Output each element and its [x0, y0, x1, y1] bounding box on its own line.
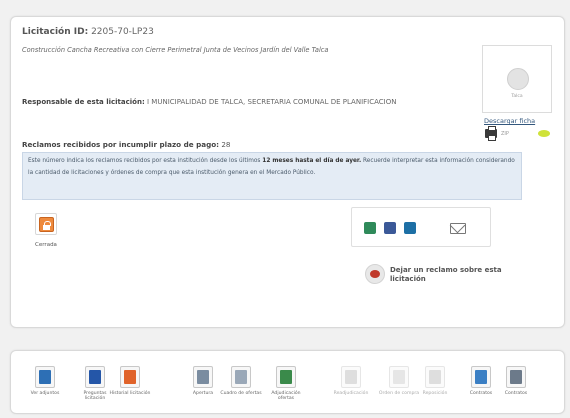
toolbar-item-label: Readjudicación: [333, 391, 369, 396]
status-closed-icon: [35, 213, 57, 235]
institution-logo: Talca: [482, 45, 552, 113]
leaf-icon[interactable]: [538, 130, 550, 137]
history-icon[interactable]: [120, 366, 140, 388]
twitter-icon[interactable]: [404, 222, 416, 234]
logo-placeholder-icon: [507, 68, 529, 90]
readjudication-icon: [341, 366, 361, 388]
responsible-value: I MUNICIPALIDAD DE TALCA, SECRETARIA COM…: [147, 98, 397, 106]
contracts-print-icon[interactable]: [506, 366, 526, 388]
toolbar-item-label: Historial licitación: [109, 391, 151, 396]
facebook-icon[interactable]: [384, 222, 396, 234]
toolbar-item-label: Cuadro de ofertas: [220, 391, 262, 396]
purchase-order-icon: [389, 366, 409, 388]
printer-icon[interactable]: [485, 126, 497, 141]
toolbar-item-label: Ver adjuntos: [30, 391, 60, 396]
tender-description: Construcción Cancha Recreativa con Cierr…: [22, 46, 329, 54]
claims-heading: Reclamos recibidos por incumplir plazo d…: [22, 140, 231, 149]
question-icon[interactable]: [85, 366, 105, 388]
claims-info-pre: Este número indica los reclamos recibido…: [28, 158, 261, 164]
logo-caption: Talca: [511, 94, 523, 99]
contracts-icon[interactable]: [471, 366, 491, 388]
share-green-icon[interactable]: [364, 222, 376, 234]
leave-claim-link[interactable]: Dejar un reclamo sobre esta licitación: [390, 266, 530, 284]
adjudication-icon[interactable]: [276, 366, 296, 388]
reposition-icon: [425, 366, 445, 388]
envelope-open-icon[interactable]: [193, 366, 213, 388]
attachments-icon[interactable]: [35, 366, 55, 388]
responsible-line: Responsable de esta licitación: I MUNICI…: [22, 96, 442, 108]
claims-info-box: Este número indica los reclamos recibido…: [22, 152, 522, 200]
offers-grid-icon[interactable]: [231, 366, 251, 388]
responsible-label: Responsable de esta licitación:: [22, 98, 145, 106]
claims-label: Reclamos recibidos por incumplir plazo d…: [22, 140, 220, 149]
share-box: [351, 207, 491, 247]
claims-info-bold: 12 meses hasta el día de ayer.: [262, 158, 362, 164]
mail-icon[interactable]: [450, 223, 466, 234]
claims-count: 28: [221, 140, 231, 149]
tender-id-value: 2205-70-LP23: [91, 27, 154, 37]
status-label: Cerrada: [35, 242, 57, 248]
tender-title: Licitación ID: 2205-70-LP23: [22, 27, 154, 37]
toolbar-item-label: Adjudicación ofertas: [271, 391, 301, 402]
tender-id-label: Licitación ID:: [22, 27, 89, 37]
download-meta: ZIP: [501, 131, 509, 137]
toolbar-item-label: Contratos: [504, 391, 528, 396]
download-sheet-link[interactable]: Descargar ficha: [484, 117, 535, 125]
toolbar-item-label: Reposición: [422, 391, 448, 396]
claim-icon[interactable]: [365, 264, 385, 284]
